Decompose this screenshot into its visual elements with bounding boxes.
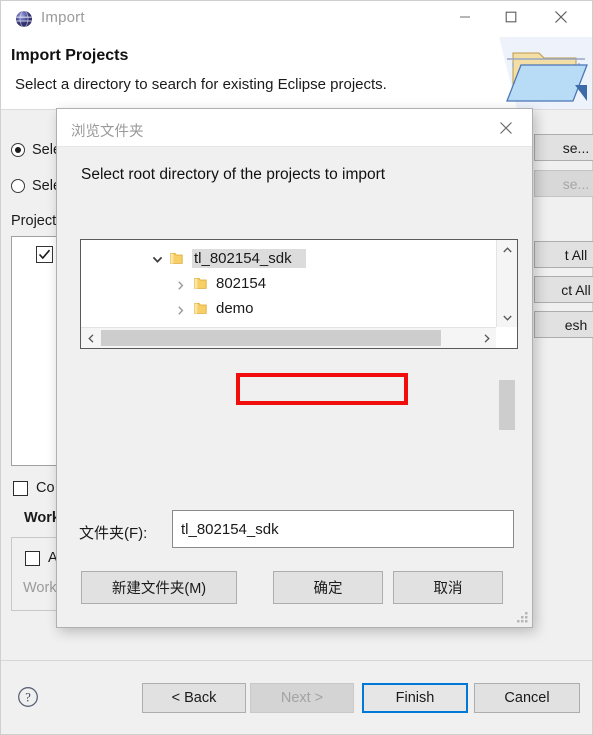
radio-select-root-directory[interactable]: Sele	[11, 142, 61, 158]
browse-dialog-prompt: Select root directory of the projects to…	[81, 166, 386, 183]
checkbox-indicator	[25, 550, 40, 566]
browse-folder-dialog: 浏览文件夹 Select root directory of the proje…	[56, 108, 533, 628]
tree-item[interactable]: demo	[81, 296, 496, 321]
folder-field-label: 文件夹(F):	[79, 525, 148, 542]
cancel-button[interactable]: Cancel	[474, 683, 580, 713]
project-checkbox[interactable]	[36, 246, 53, 263]
eclipse-globe-icon	[15, 10, 33, 28]
window-title: Import	[41, 9, 85, 26]
wizard-footer: ? < Back Next > Finish Cancel	[1, 661, 592, 734]
vertical-scrollbar-thumb[interactable]	[499, 380, 515, 430]
horizontal-scrollbar[interactable]	[81, 327, 496, 348]
refresh-button[interactable]: esh	[534, 311, 593, 338]
folder-icon	[193, 276, 208, 291]
chevron-down-icon[interactable]	[151, 253, 163, 264]
button-label: < Back	[171, 690, 217, 706]
wizard-header: Import Projects Select a directory to se…	[1, 37, 592, 110]
tree-item-label: tl_802154_sdk	[192, 249, 306, 268]
browse-dialog-title: 浏览文件夹	[71, 124, 144, 140]
folder-icon	[169, 251, 184, 266]
page-title: Import Projects	[11, 47, 129, 64]
folder-icon	[193, 301, 208, 316]
chevron-right-icon[interactable]	[175, 278, 186, 290]
button-label: Finish	[395, 690, 435, 706]
next-button: Next >	[250, 683, 354, 713]
vertical-scrollbar[interactable]	[496, 240, 517, 430]
folder-name-input[interactable]	[172, 510, 514, 548]
button-label: t All	[564, 246, 588, 263]
copy-projects-checkbox[interactable]: Co	[13, 480, 55, 496]
import-title-bar: Import	[1, 1, 592, 37]
tree-item-label: 802154	[216, 275, 267, 292]
radio-indicator	[11, 143, 25, 157]
close-icon[interactable]	[484, 111, 528, 144]
browse-root-directory-button[interactable]: se...	[534, 134, 593, 161]
close-icon[interactable]	[538, 1, 584, 33]
button-label: esh	[564, 316, 588, 333]
button-label: se...	[562, 175, 590, 192]
browse-dialog-title-bar: 浏览文件夹	[57, 109, 532, 147]
button-label: 新建文件夹(M)	[111, 581, 207, 597]
chevron-down-icon[interactable]	[497, 307, 517, 327]
deselect-all-button[interactable]: ct All	[534, 276, 593, 303]
resize-grip-icon[interactable]	[516, 611, 528, 623]
svg-text:?: ?	[25, 691, 31, 705]
new-folder-button[interactable]: 新建文件夹(M)	[81, 571, 237, 604]
import-folder-icon	[499, 37, 592, 109]
button-label: ct All	[561, 281, 591, 298]
chevron-right-icon[interactable]	[476, 328, 496, 348]
browse-archive-file-button: se...	[534, 170, 593, 197]
directory-tree[interactable]: tl_802154_sdk802154demodocplatformprojto…	[80, 239, 518, 430]
cancel-button[interactable]: 取消	[393, 571, 503, 604]
maximize-icon[interactable]	[488, 1, 534, 33]
button-label: 确定	[313, 581, 343, 597]
chevron-up-icon[interactable]	[497, 240, 517, 260]
select-all-button[interactable]: t All	[534, 241, 593, 268]
button-label: 取消	[433, 581, 463, 597]
projects-label: Project	[11, 213, 57, 229]
page-subtitle: Select a directory to search for existin…	[15, 76, 387, 93]
button-label: se...	[562, 139, 590, 156]
checkbox-indicator	[13, 480, 28, 496]
button-label: Cancel	[504, 690, 550, 706]
back-button[interactable]: < Back	[142, 683, 246, 713]
chevron-left-icon[interactable]	[81, 328, 101, 348]
checkbox-label: Co	[36, 480, 55, 496]
help-icon[interactable]: ?	[17, 686, 39, 708]
annotation-highlight-box	[236, 373, 408, 405]
button-label: Next >	[280, 690, 324, 706]
working-sets-field-label: Work	[23, 580, 57, 596]
radio-indicator	[11, 179, 25, 193]
horizontal-scrollbar-thumb[interactable]	[101, 330, 441, 346]
tree-item[interactable]: tl_802154_sdk	[81, 246, 496, 271]
finish-button[interactable]: Finish	[362, 683, 468, 713]
tree-item[interactable]: 802154	[81, 271, 496, 296]
minimize-icon[interactable]	[442, 1, 488, 33]
tree-item-label: demo	[216, 300, 254, 317]
radio-select-archive-file[interactable]: Sele	[11, 178, 61, 194]
ok-button[interactable]: 确定	[273, 571, 383, 604]
directory-tree-viewport[interactable]: tl_802154_sdk802154demodocplatformprojto…	[81, 240, 496, 327]
chevron-right-icon[interactable]	[175, 303, 186, 315]
